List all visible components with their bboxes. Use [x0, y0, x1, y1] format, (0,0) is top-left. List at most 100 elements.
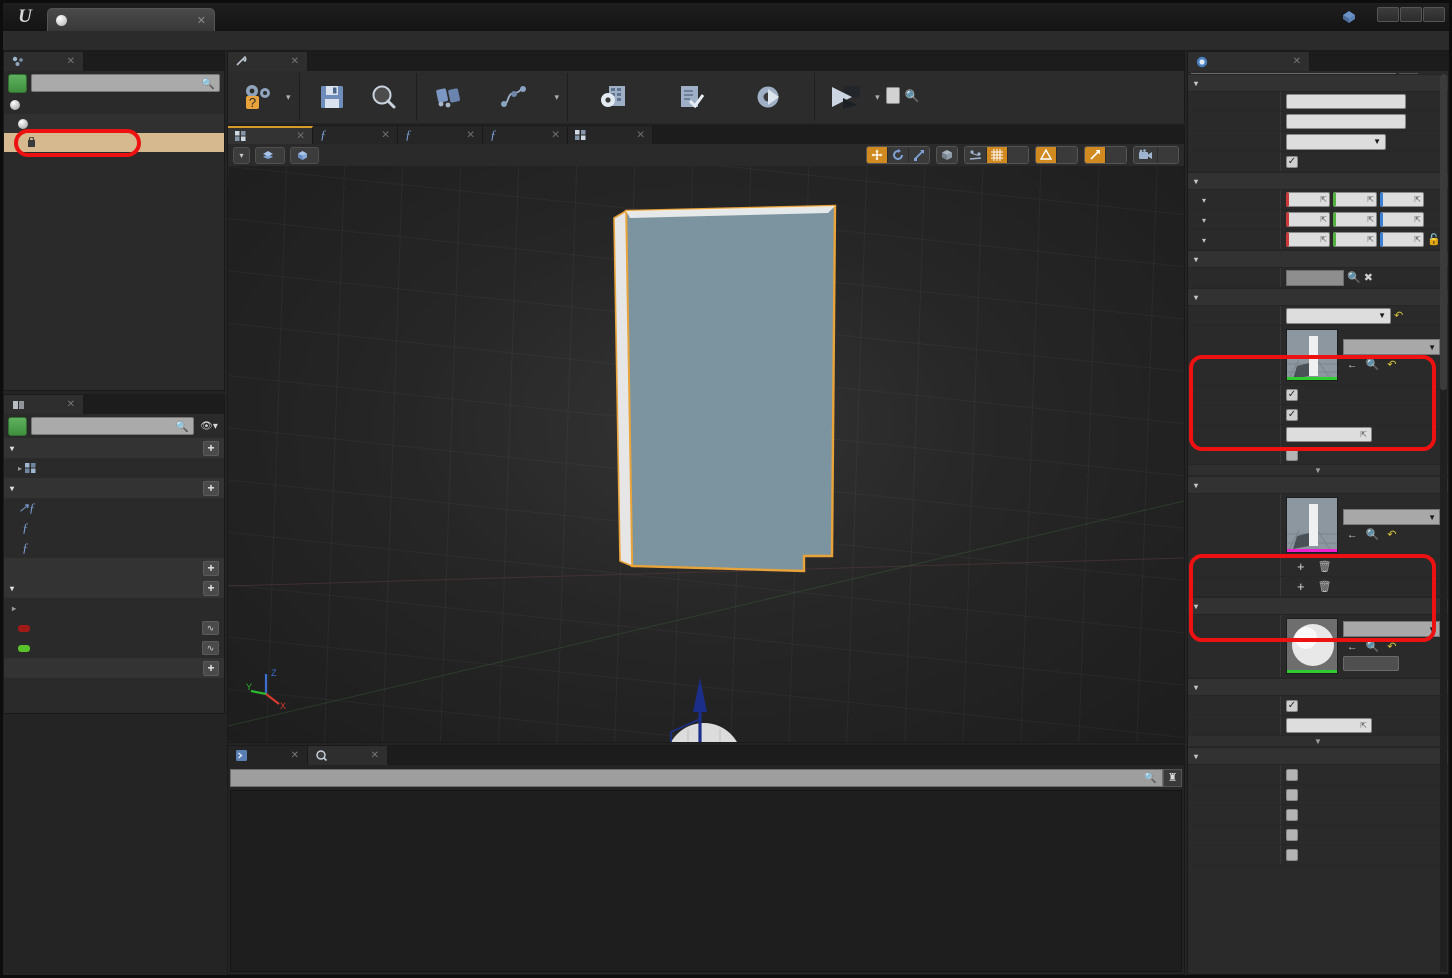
translate-icon[interactable] [867, 147, 888, 163]
my-blueprint-search-input[interactable]: 🔍 [31, 417, 194, 435]
find-references-input[interactable]: 🔍 [230, 768, 1163, 787]
section-functions[interactable]: ▾ + [4, 478, 224, 498]
delete-array-icon[interactable]: 🗑 [1318, 560, 1332, 573]
use-selected-asset-icon[interactable]: ← [1347, 359, 1358, 371]
initial-position-input[interactable]: ⇱ [1286, 427, 1372, 442]
anim-asset-thumbnail[interactable] [1286, 329, 1338, 381]
component-tick-expander[interactable]: ▼ [1188, 736, 1448, 747]
maximize-button[interactable] [1400, 7, 1422, 22]
location-z-input[interactable]: ⇱ [1380, 192, 1424, 207]
scale-icon[interactable] [909, 147, 929, 163]
playing-checkbox[interactable]: ✓ [1286, 408, 1298, 421]
add-function-button[interactable]: + [203, 480, 219, 496]
search-icon[interactable]: 🔍 [1144, 771, 1157, 784]
details-scrollbar-thumb[interactable] [1440, 74, 1447, 390]
close-icon[interactable]: ✕ [545, 129, 560, 141]
tab-construction-script[interactable]: ƒ ✕ [313, 126, 398, 144]
debug-filter-select[interactable] [885, 87, 900, 104]
angle-icon[interactable] [1036, 147, 1057, 163]
tab-event-graph[interactable]: ✕ [568, 126, 653, 144]
skeletal-mesh-thumbnail[interactable] [1286, 497, 1338, 553]
category-select[interactable]: ▼ [1286, 133, 1386, 150]
category-variable[interactable]: ▾ [1188, 74, 1448, 92]
close-icon[interactable]: ✕ [1285, 56, 1301, 67]
close-icon[interactable]: ✕ [283, 56, 299, 67]
scale-x-input[interactable]: ⇱ [1286, 232, 1330, 247]
scale-snap-value[interactable] [1106, 147, 1126, 163]
visibility-toggle[interactable]: ∿ [202, 641, 219, 655]
use-selected-asset-icon[interactable]: ← [1347, 641, 1358, 653]
local-space-simulation-checkbox[interactable] [1286, 848, 1298, 861]
tab-components[interactable]: ✕ [4, 52, 84, 71]
tab-toolbar[interactable]: ✕ [228, 52, 308, 71]
section-macros[interactable]: + [4, 558, 224, 578]
cube-icon[interactable] [937, 147, 957, 163]
revert-icon[interactable]: ↶ [1394, 309, 1403, 322]
viewport-options-button[interactable]: ▾ [233, 146, 250, 164]
category-transform[interactable]: ▾ [1188, 172, 1448, 190]
grid-icon[interactable] [987, 147, 1008, 163]
revert-icon[interactable]: ↶ [1387, 528, 1396, 541]
search-icon[interactable]: 🔍 [1347, 271, 1361, 284]
view-mode-button[interactable] [255, 146, 285, 164]
browse-to-asset-icon[interactable]: 🔍 [1366, 358, 1380, 371]
scale-y-input[interactable]: ⇱ [1333, 232, 1377, 247]
browse-button[interactable] [358, 73, 410, 121]
close-icon[interactable]: ✕ [197, 14, 206, 27]
component-row-default-scene-root[interactable] [4, 114, 224, 133]
visibility-toggle[interactable]: ∿ [202, 621, 219, 635]
collide-with-attached-checkbox[interactable] [1286, 828, 1298, 841]
find-button[interactable] [423, 73, 475, 121]
parent-socket-field[interactable] [1286, 269, 1344, 286]
rotation-z-input[interactable]: ⇱ [1380, 212, 1424, 227]
category-animation[interactable]: ▾ [1188, 288, 1448, 306]
add-graph-button[interactable]: + [203, 440, 219, 456]
tab-details[interactable]: ✕ [1188, 52, 1310, 71]
editable-when-inherited-checkbox[interactable]: ✓ [1286, 155, 1298, 168]
asset-tab-elevator[interactable]: ✕ [47, 8, 215, 31]
location-y-input[interactable]: ⇱ [1333, 192, 1377, 207]
looping-checkbox[interactable]: ✓ [1286, 388, 1298, 401]
list-item-eventgraph[interactable]: ▸ [4, 458, 224, 478]
tab-my-blueprint[interactable]: ✕ [4, 395, 84, 414]
add-array-element-icon[interactable]: + [1297, 560, 1305, 573]
details-scroll-area[interactable]: ▾ ▼ ✓ ▾ ▾ ⇱ ⇱ ⇱ ▾ ⇱ ⇱ ⇱ ▾ ⇱ ⇱ ⇱ 🔓 ▾ 🔍 ✖ … [1188, 74, 1448, 974]
add-event-dispatcher-button[interactable]: + [203, 660, 219, 676]
anim-to-play-select[interactable]: ▼ [1343, 339, 1440, 355]
camera-speed-value[interactable] [1158, 147, 1178, 163]
components-search-input[interactable]: 🔍 [31, 74, 220, 92]
camera-icon[interactable] [1134, 147, 1158, 163]
class-defaults-button[interactable] [652, 73, 730, 121]
material-thumbnail[interactable] [1286, 618, 1338, 674]
rotation-x-input[interactable]: ⇱ [1286, 212, 1330, 227]
close-icon[interactable]: ✕ [363, 750, 379, 761]
play-options-caret[interactable]: ▾ [873, 73, 882, 121]
section-event-dispatchers[interactable]: + [4, 658, 224, 678]
tick-interval-input[interactable]: ⇱ [1286, 718, 1372, 733]
section-variables[interactable]: ▾ + [4, 578, 224, 598]
browse-to-asset-icon[interactable]: 🔍 [1366, 640, 1380, 653]
find-results-list[interactable] [230, 790, 1182, 972]
list-item-isopen[interactable]: ∿ [4, 618, 224, 638]
component-row-elevator-doors[interactable] [4, 133, 224, 152]
close-icon[interactable]: ✕ [375, 129, 390, 141]
animation-mode-select[interactable]: ▼ [1286, 307, 1391, 324]
play-button[interactable] [821, 73, 873, 121]
delete-array-icon[interactable]: 🗑 [1318, 580, 1332, 593]
add-array-element-icon[interactable]: + [1297, 580, 1305, 593]
revert-icon[interactable]: ↶ [1387, 358, 1396, 371]
category-sockets[interactable]: ▾ [1188, 250, 1448, 268]
close-icon[interactable]: ✕ [59, 56, 75, 67]
skeletal-mesh-select[interactable]: ▼ [1343, 509, 1440, 525]
rotation-snap-value[interactable] [1057, 147, 1077, 163]
disable-cloth-simulation-checkbox[interactable] [1286, 768, 1298, 781]
scale-snap-icon[interactable] [1085, 147, 1106, 163]
tooltip-input[interactable] [1286, 114, 1406, 129]
component-row-elevator-self[interactable] [4, 95, 224, 114]
textures-button[interactable] [1343, 656, 1399, 671]
close-icon[interactable]: ✕ [630, 129, 645, 141]
add-new-button[interactable] [8, 416, 27, 436]
surface-snap-icon[interactable] [965, 147, 987, 163]
class-settings-button[interactable] [574, 73, 652, 121]
shading-mode-button[interactable] [290, 146, 319, 164]
